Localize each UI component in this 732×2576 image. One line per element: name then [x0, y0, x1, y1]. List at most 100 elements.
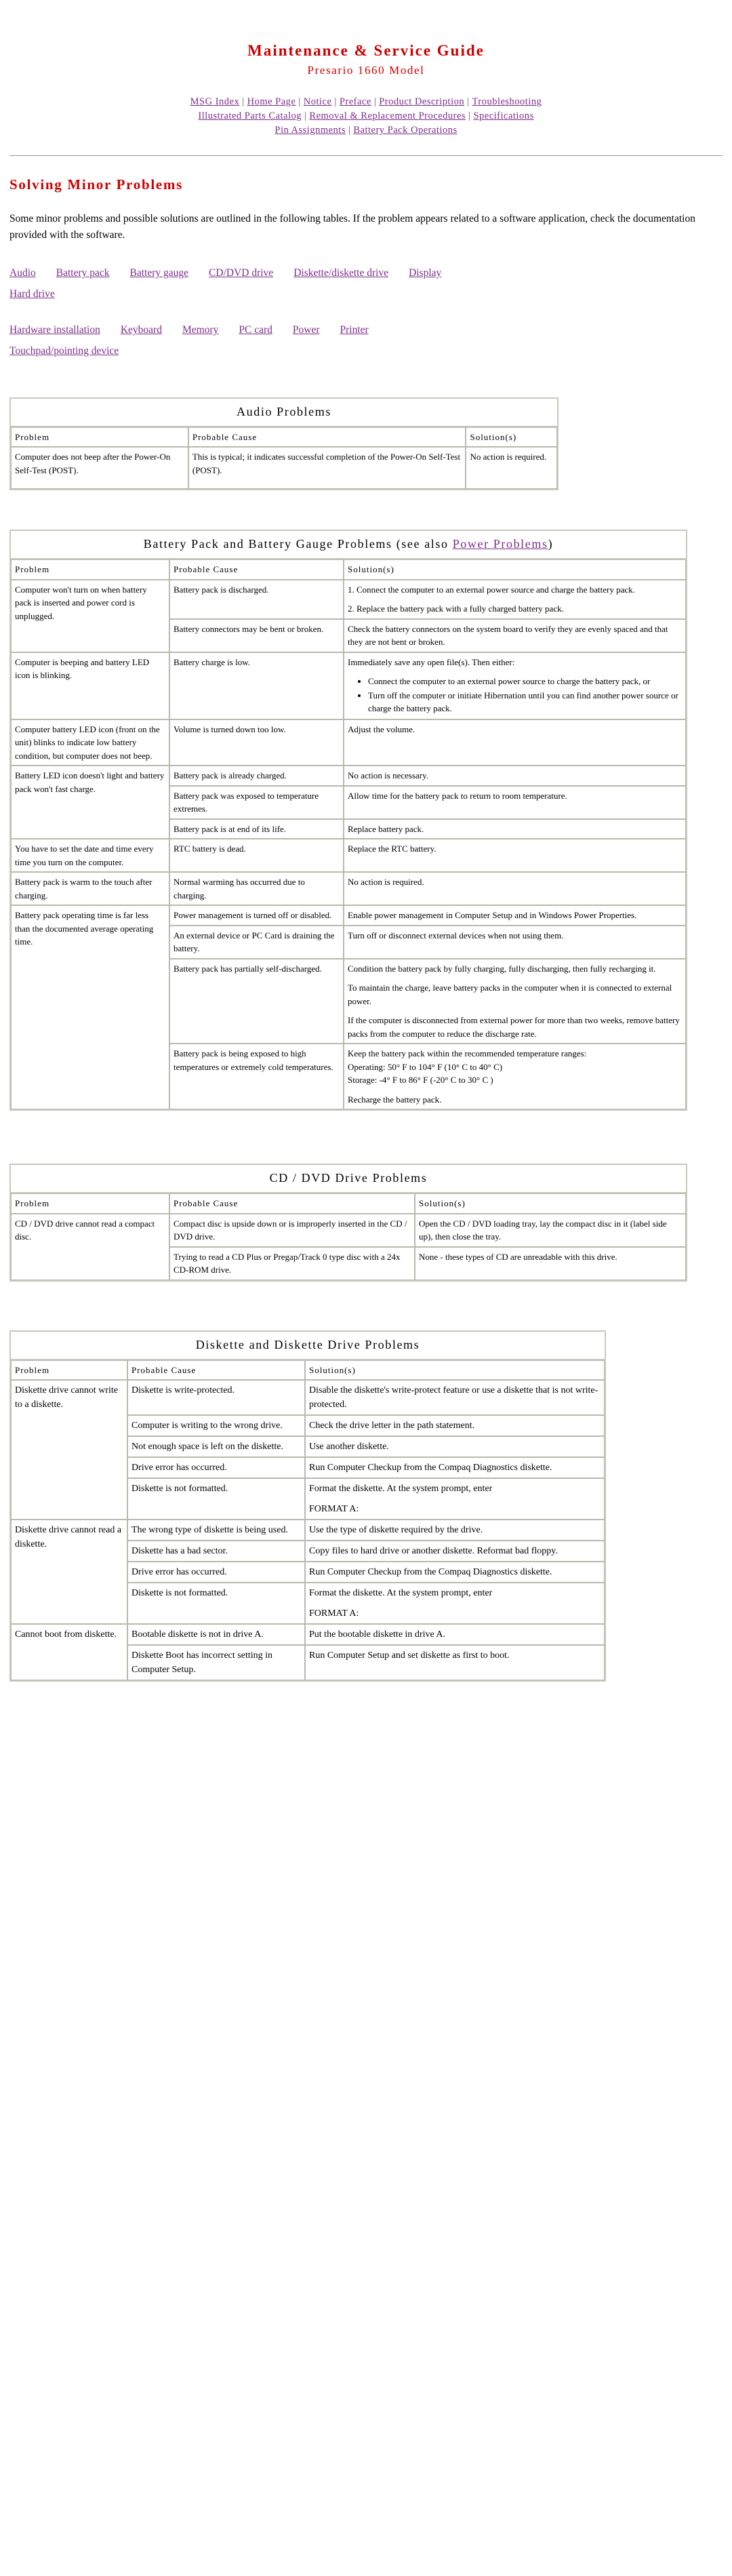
- topic-links-row-1: Audio Battery pack Battery gauge CD/DVD dri…: [9, 264, 723, 282]
- section-heading: Solving Minor Problems: [9, 176, 183, 193]
- cell-cause: Bootable diskette is not in drive A.: [127, 1624, 305, 1646]
- nav-separator: |: [468, 111, 471, 122]
- topic-link-hard-drive[interactable]: Hard drive: [9, 288, 55, 300]
- audio-table-caption: Audio Problems: [9, 397, 558, 426]
- column-header-problem: Problem: [11, 1360, 127, 1381]
- cell-solution: Copy files to hard drive or another disk…: [305, 1541, 605, 1562]
- audio-problems-section: Audio Problems Problem Probable Cause So…: [9, 397, 723, 491]
- cell-solution: 1. Connect the computer to an external p…: [344, 579, 686, 619]
- cddvd-problems-section: CD / DVD Drive Problems Problem Probable…: [9, 1164, 723, 1282]
- cell-solution: Turn off or disconnect external devices …: [344, 925, 686, 959]
- cell-cause: Diskette is not formatted.: [127, 1583, 305, 1625]
- nav-link-troubleshooting[interactable]: Troubleshooting: [472, 96, 542, 107]
- cell-solution: Check the drive letter in the path state…: [305, 1415, 605, 1437]
- cell-solution: Adjust the volume.: [344, 719, 686, 766]
- topic-link-battery-gauge[interactable]: Battery gauge: [130, 267, 189, 279]
- cell-problem: Computer is beeping and battery LED icon…: [11, 652, 169, 719]
- document-title: Maintenance & Service Guide: [247, 42, 485, 59]
- cell-solution: Run Computer Setup and set diskette as f…: [305, 1645, 605, 1681]
- cell-cause: Battery pack is already charged.: [169, 766, 344, 786]
- column-header-cause: Probable Cause: [127, 1360, 305, 1381]
- table-row: Battery LED icon doesn't light and batte…: [11, 766, 686, 839]
- cell-solution: No action is required.: [344, 872, 686, 906]
- table-row: CD / DVD drive cannot read a compact dis…: [11, 1213, 686, 1280]
- header-divider: [9, 155, 723, 157]
- cell-solution: Replace the RTC battery.: [344, 839, 686, 873]
- cell-solution: Disable the diskette's write-protect fea…: [305, 1380, 605, 1416]
- cell-cause: Drive error has occurred.: [127, 1562, 305, 1583]
- nav-line-2: Illustrated Parts Catalog | Removal & Repl…: [9, 109, 723, 123]
- cell-solution: Enable power management in Computer Setu…: [344, 905, 686, 926]
- column-header-problem: Problem: [11, 1193, 169, 1214]
- topic-link-touchpad[interactable]: Touchpad/pointing device: [9, 345, 119, 357]
- cell-cause: Diskette Boot has incorrect setting in C…: [127, 1645, 305, 1681]
- solution-paragraph: Format the diskette. At the system promp…: [309, 1588, 493, 1599]
- solution-paragraph: FORMAT A:: [309, 1608, 359, 1619]
- cell-solution: Use the type of diskette required by the…: [305, 1520, 605, 1541]
- diskette-problems-section: Diskette and Diskette Drive Problems Pro…: [9, 1330, 723, 1682]
- nav-link-msg-index[interactable]: MSG Index: [190, 96, 240, 107]
- diskette-problems-table: Diskette and Diskette Drive Problems Pro…: [9, 1330, 606, 1682]
- cell-cause: RTC battery is dead.: [169, 839, 344, 873]
- nav-separator: |: [348, 125, 351, 136]
- topic-link-memory[interactable]: Memory: [182, 324, 218, 336]
- nav-line-1: MSG Index | Home Page | Notice | Preface | Produ…: [9, 95, 723, 109]
- cell-cause: Normal warming has occurred due to charg…: [169, 872, 344, 906]
- cell-solution: Use another diskette.: [305, 1436, 605, 1458]
- cell-cause: Battery pack was exposed to temperature …: [169, 785, 344, 819]
- nav-link-notice[interactable]: Notice: [304, 96, 332, 107]
- nav-link-pin-assignments[interactable]: Pin Assignments: [274, 125, 346, 136]
- topic-link-diskette-drive[interactable]: Diskette/diskette drive: [293, 267, 388, 279]
- cell-problem: You have to set the date and time every …: [11, 839, 169, 873]
- cell-solution: No action is required.: [466, 447, 557, 490]
- cell-cause: Drive error has occurred.: [127, 1457, 305, 1479]
- solution-bullet: Turn off the computer or initiate Hibern…: [368, 689, 682, 715]
- topic-link-pc-card[interactable]: PC card: [239, 324, 272, 336]
- diskette-table-caption: Diskette and Diskette Drive Problems: [9, 1330, 606, 1359]
- topic-link-cd-dvd-drive[interactable]: CD/DVD drive: [209, 267, 273, 279]
- nav-link-product-description[interactable]: Product Description: [379, 96, 464, 107]
- cell-cause: Diskette has a bad sector.: [127, 1541, 305, 1562]
- topic-link-keyboard[interactable]: Keyboard: [121, 324, 162, 336]
- solution-paragraph: If the computer is disconnected from ext…: [348, 1015, 680, 1039]
- cell-cause: Battery connectors may be bent or broken…: [169, 618, 344, 652]
- document-subtitle: Presario 1660 Model: [307, 64, 425, 77]
- column-header-solution: Solution(s): [344, 559, 686, 580]
- cell-solution: Keep the battery pack within the recomme…: [344, 1044, 686, 1110]
- caption-text-post: ): [548, 537, 554, 551]
- cell-solution: No action is necessary.: [344, 766, 686, 786]
- table-row: Battery pack operating time is far less …: [11, 905, 686, 1110]
- cell-solution: Run Computer Checkup from the Compaq Dia…: [305, 1457, 605, 1479]
- nav-link-preface[interactable]: Preface: [340, 96, 371, 107]
- caption-link-power-problems[interactable]: Power Problems: [453, 537, 548, 551]
- battery-table-caption: Battery Pack and Battery Gauge Problems …: [9, 530, 687, 559]
- column-header-solution: Solution(s): [305, 1360, 605, 1381]
- section-intro-text: Some minor problems and possible solutio…: [9, 213, 695, 241]
- nav-link-specifications[interactable]: Specifications: [473, 111, 533, 121]
- solution-paragraph: Recharge the battery pack.: [348, 1094, 442, 1105]
- solution-paragraph: FORMAT A:: [309, 1504, 359, 1515]
- table-header-row: Problem Probable Cause Solution(s): [11, 427, 557, 448]
- cell-solution: Immediately save any open file(s). Then …: [344, 652, 686, 719]
- cell-cause: This is typical; it indicates successful…: [188, 447, 466, 490]
- nav-line-3: Pin Assignments | Battery Pack Operations: [9, 123, 723, 138]
- table-header-row: Problem Probable Cause Solution(s): [11, 559, 686, 580]
- topic-link-audio[interactable]: Audio: [9, 267, 36, 279]
- topic-link-hardware-installation[interactable]: Hardware installation: [9, 324, 100, 336]
- table-row: Diskette drive cannot write to a diskett…: [11, 1380, 605, 1520]
- nav-link-battery-pack-operations[interactable]: Battery Pack Operations: [353, 125, 457, 136]
- topic-link-battery-pack[interactable]: Battery pack: [56, 267, 110, 279]
- document-page: Maintenance & Service Guide Presario 166…: [0, 0, 732, 1763]
- table-row: Computer does not beep after the Power-O…: [11, 447, 557, 490]
- table-row: Computer is beeping and battery LED icon…: [11, 652, 686, 719]
- topic-link-power[interactable]: Power: [293, 324, 320, 336]
- nav-separator: |: [242, 96, 245, 107]
- nav-link-removal-replacement[interactable]: Removal & Replacement Procedures: [309, 111, 466, 121]
- topic-link-printer[interactable]: Printer: [340, 324, 369, 336]
- topic-links-row-4: Touchpad/pointing device: [9, 342, 723, 360]
- cell-cause: Compact disc is upside down or is improp…: [169, 1213, 415, 1247]
- primary-navigation: MSG Index | Home Page | Notice | Preface | Produ…: [9, 95, 723, 138]
- nav-link-illustrated-parts-catalog[interactable]: Illustrated Parts Catalog: [198, 111, 302, 121]
- nav-link-home-page[interactable]: Home Page: [247, 96, 296, 107]
- topic-link-display[interactable]: Display: [409, 267, 441, 279]
